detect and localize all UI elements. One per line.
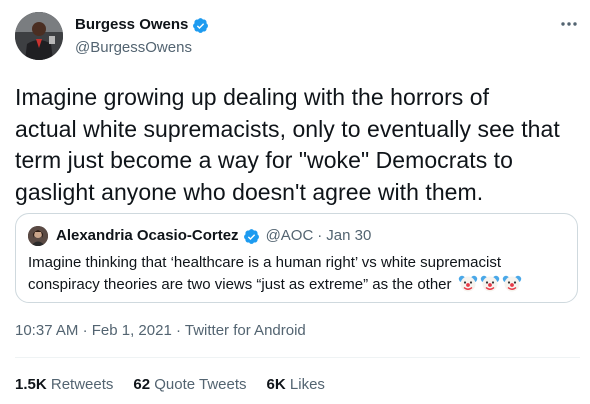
- quoted-text: Imagine thinking that ‘healthcare is a h…: [28, 253, 568, 295]
- quoted-separator: ·: [317, 227, 323, 244]
- clown-face-icon: [458, 273, 478, 293]
- tweet-time[interactable]: 10:37 AM: [15, 322, 78, 339]
- author-name[interactable]: Burgess Owens: [75, 15, 188, 35]
- likes-count: 6K: [266, 376, 286, 393]
- retweets-label: Retweets: [50, 376, 114, 393]
- quote-tweets-label: Quote Tweets: [154, 376, 247, 393]
- tweet-source[interactable]: Twitter for Android: [185, 322, 306, 339]
- meta-separator: ·: [82, 322, 88, 339]
- tweet-text-line: actual white supremacists, only to event…: [15, 115, 560, 142]
- quoted-verified-badge-icon: [243, 228, 260, 245]
- tweet-meta: 10:37 AM · Feb 1, 2021 · Twitter for And…: [15, 321, 306, 341]
- quote-tweets-stat[interactable]: 62 Quote Tweets: [133, 375, 246, 395]
- tweet-text-line: Imagine growing up dealing with the horr…: [15, 84, 490, 110]
- tweet-text-line: term just become a way for "woke" Democr…: [15, 147, 513, 173]
- tweet-stats: 1.5K Retweets 62 Quote Tweets 6K Likes: [15, 375, 325, 395]
- author-handle[interactable]: @BurgessOwens: [75, 38, 209, 58]
- tweet-header: Burgess Owens @BurgessOwens: [15, 12, 580, 62]
- author-avatar[interactable]: [15, 12, 63, 60]
- clown-face-icon: [502, 273, 522, 293]
- quoted-date: Jan 30: [326, 227, 372, 244]
- more-options-icon[interactable]: [558, 14, 580, 34]
- meta-separator: ·: [175, 322, 181, 339]
- quoted-tweet-header: Alexandria Ocasio-Cortez @AOC · Jan 30: [28, 226, 371, 246]
- quoted-author-name: Alexandria Ocasio-Cortez: [56, 227, 239, 244]
- quote-tweets-count: 62: [133, 376, 151, 393]
- clown-face-icon: [480, 273, 500, 293]
- author-info: Burgess Owens @BurgessOwens: [75, 15, 209, 58]
- quoted-text-line: Imagine thinking that ‘healthcare is a h…: [28, 254, 502, 271]
- quoted-author-handle: @AOC: [265, 227, 314, 244]
- retweets-stat[interactable]: 1.5K Retweets: [15, 375, 113, 395]
- tweet-text: Imagine growing up dealing with the horr…: [15, 82, 580, 208]
- likes-label: Likes: [289, 376, 325, 393]
- quoted-tweet[interactable]: Alexandria Ocasio-Cortez @AOC · Jan 30 I…: [15, 213, 578, 303]
- tweet: Burgess Owens @BurgessOwens Imagine grow…: [0, 0, 590, 404]
- quoted-text-line: conspiracy theories are two views “just …: [28, 276, 452, 293]
- tweet-date[interactable]: Feb 1, 2021: [92, 322, 172, 339]
- quoted-author-avatar: [28, 226, 48, 246]
- likes-stat[interactable]: 6K Likes: [267, 375, 325, 395]
- verified-badge-icon: [192, 17, 209, 34]
- tweet-text-line: gaslight anyone who doesn't agree with t…: [15, 178, 484, 205]
- retweets-count: 1.5K: [15, 376, 47, 393]
- divider: [15, 357, 580, 358]
